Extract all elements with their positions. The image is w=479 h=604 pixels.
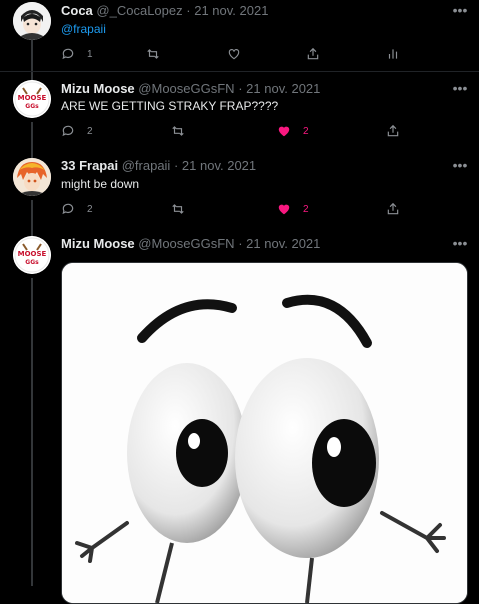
display-name[interactable]: Mizu Moose: [61, 236, 135, 251]
tweet-actions: 2 2: [61, 122, 461, 140]
tweet-frapai[interactable]: 33 Frapai @frapaii · 21 nov. 2021 ••• mi…: [0, 150, 479, 228]
display-name[interactable]: Mizu Moose: [61, 81, 135, 96]
share-button[interactable]: [306, 45, 320, 63]
like-button[interactable]: [227, 45, 241, 63]
separator: ·: [173, 158, 179, 173]
tweet-coca[interactable]: Coca @_CocaLopez · 21 nov. 2021 ••• @fra…: [0, 0, 479, 70]
like-button[interactable]: 2: [277, 122, 309, 140]
avatar-logo-subtext: GGs: [25, 103, 39, 110]
analytics-icon: [388, 49, 398, 59]
separator: ·: [238, 236, 243, 251]
handle[interactable]: @_CocaLopez: [96, 3, 182, 18]
like-count: 2: [303, 125, 309, 137]
avatar-logo-subtext: GGs: [25, 259, 39, 266]
timestamp[interactable]: 21 nov. 2021: [182, 158, 256, 173]
tweet-actions: 1: [61, 45, 461, 63]
handle[interactable]: @frapaii: [122, 158, 171, 173]
tweet-header: Coca @_CocaLopez · 21 nov. 2021: [61, 3, 268, 19]
tweet-header: Mizu Moose @MooseGGsFN · 21 nov. 2021: [61, 81, 320, 97]
avatar-logo-text: MOOSE: [18, 94, 47, 102]
reply-button[interactable]: 2: [61, 122, 93, 140]
display-name[interactable]: Coca: [61, 3, 93, 18]
reply-button[interactable]: 2: [61, 200, 93, 218]
share-icon: [387, 202, 399, 215]
retweet-icon: [172, 126, 184, 136]
tweet-header: 33 Frapai @frapaii · 21 nov. 2021: [61, 158, 256, 174]
heart-outline-icon: [228, 49, 240, 60]
more-dots-icon[interactable]: •••: [452, 80, 468, 96]
reply-button[interactable]: 1: [61, 45, 93, 63]
share-button[interactable]: [386, 200, 400, 218]
reply-count: 2: [87, 203, 93, 215]
reply-count: 1: [87, 48, 93, 60]
timestamp[interactable]: 21 nov. 2021: [246, 81, 320, 96]
separator: ·: [186, 3, 191, 18]
share-icon: [307, 47, 319, 60]
heart-filled-icon: [278, 126, 290, 137]
heart-filled-icon: [278, 204, 290, 215]
retweet-button[interactable]: [171, 200, 185, 218]
display-name[interactable]: 33 Frapai: [61, 158, 118, 173]
tweet-text: @frapaii: [61, 21, 106, 37]
share-button[interactable]: [386, 122, 400, 140]
tweet-actions: 2 2: [61, 200, 461, 218]
tweet-text: ARE WE GETTING STRAKY FRAP????: [61, 99, 279, 113]
handle[interactable]: @MooseGGsFN: [138, 236, 234, 251]
reply-icon: [62, 125, 74, 137]
tweet-header: Mizu Moose @MooseGGsFN · 21 nov. 2021: [61, 236, 320, 252]
separator: ·: [238, 81, 243, 96]
reply-count: 2: [87, 125, 93, 137]
timestamp[interactable]: 21 nov. 2021: [246, 236, 320, 251]
tweet-text: might be down: [61, 177, 140, 191]
timestamp[interactable]: 21 nov. 2021: [194, 3, 268, 18]
tweet-mizu-moose-1[interactable]: MOOSE GGs Mizu Moose @MooseGGsFN · 21 no…: [0, 72, 479, 150]
share-icon: [387, 124, 399, 137]
retweet-button[interactable]: [171, 122, 185, 140]
reply-icon: [62, 203, 74, 215]
more-dots-icon[interactable]: •••: [452, 235, 468, 251]
retweet-button[interactable]: [146, 45, 160, 63]
tweet-media-image[interactable]: [61, 262, 468, 604]
avatar[interactable]: MOOSE GGs: [13, 236, 51, 274]
more-dots-icon[interactable]: •••: [452, 2, 468, 18]
retweet-icon: [172, 204, 184, 214]
reply-icon: [62, 48, 74, 60]
like-count: 2: [303, 203, 309, 215]
googly-eyes-image: [62, 263, 467, 603]
like-button[interactable]: 2: [277, 200, 309, 218]
analytics-button[interactable]: [386, 45, 400, 63]
avatar[interactable]: MOOSE GGs: [13, 80, 51, 118]
avatar[interactable]: [13, 158, 51, 196]
avatar-logo-text: MOOSE: [18, 250, 47, 258]
avatar[interactable]: [13, 2, 51, 40]
more-dots-icon[interactable]: •••: [452, 157, 468, 173]
handle[interactable]: @MooseGGsFN: [138, 81, 234, 96]
retweet-icon: [147, 49, 159, 59]
mention-link[interactable]: @frapaii: [61, 22, 106, 36]
